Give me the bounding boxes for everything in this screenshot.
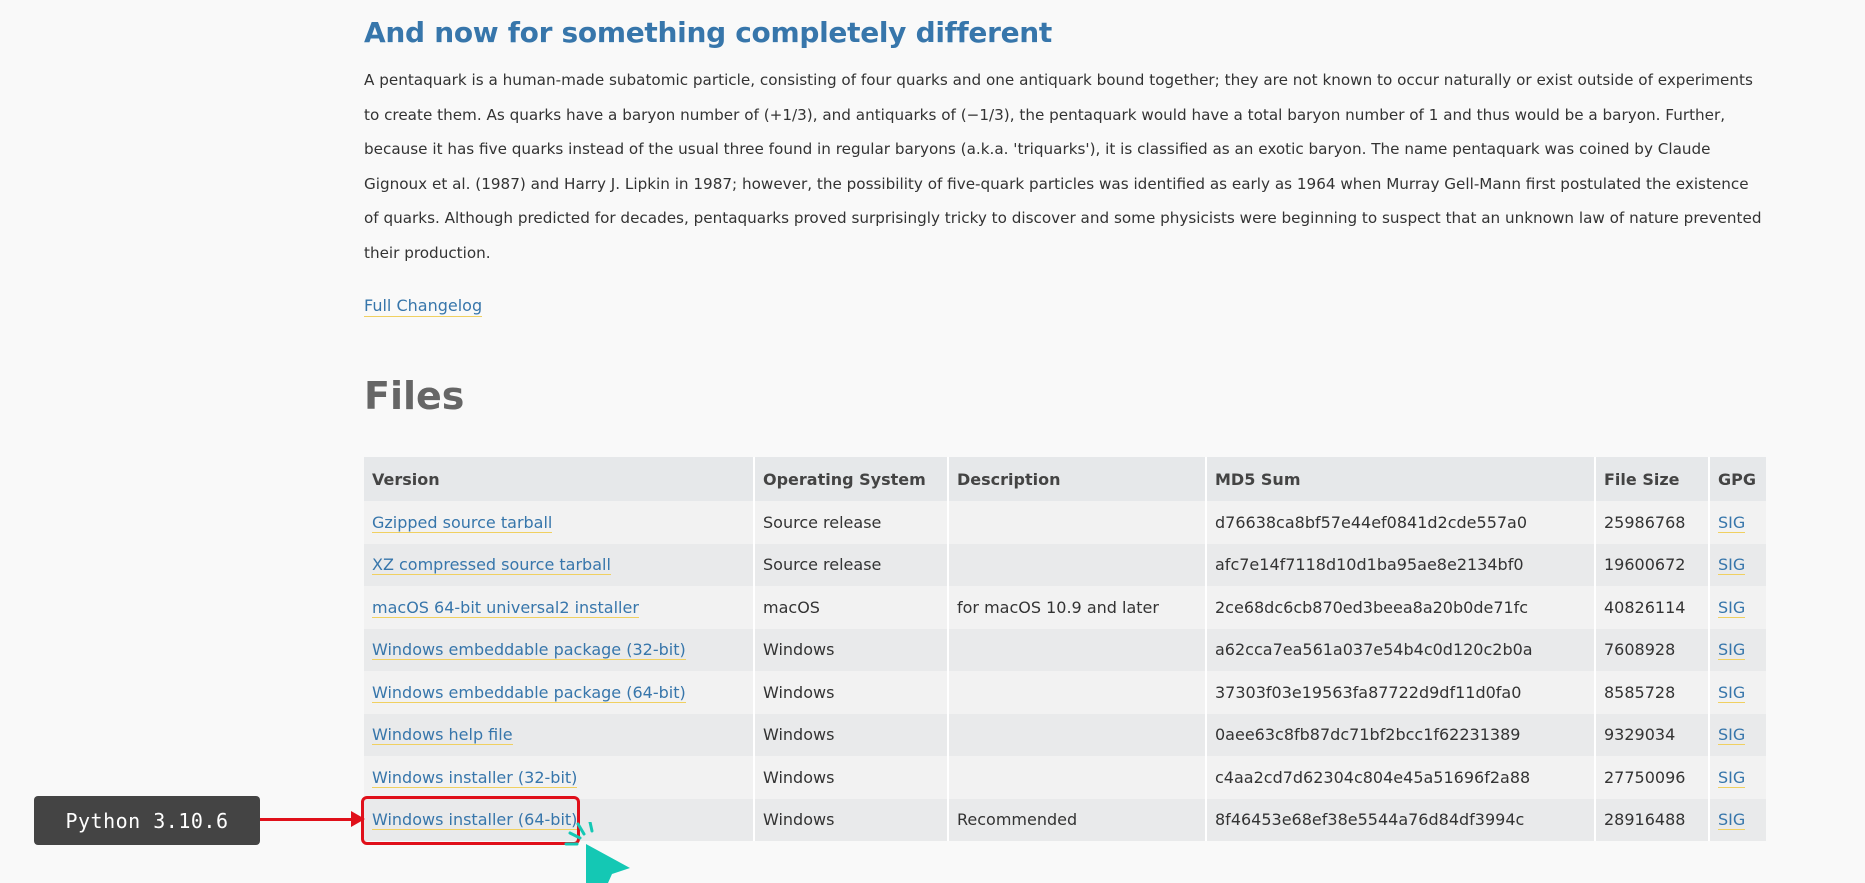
table-row: Gzipped source tarball Source release d7… [364,501,1766,544]
column-header-gpg: GPG [1710,457,1766,501]
cell-os: Windows [755,798,949,841]
cell-md5: c4aa2cd7d62304c804e45a51696f2a88 [1207,756,1596,799]
cell-description [949,713,1207,756]
cell-os: Windows [755,713,949,756]
cell-file-size: 9329034 [1596,713,1710,756]
cell-md5: afc7e14f7118d10d1ba95ae8e2134bf0 [1207,543,1596,586]
cell-file-size: 7608928 [1596,628,1710,671]
cell-file-size: 8585728 [1596,671,1710,714]
cell-description [949,756,1207,799]
cell-md5: 37303f03e19563fa87722d9df11d0fa0 [1207,671,1596,714]
cell-description [949,671,1207,714]
files-table-header: Version Operating System Description MD5… [364,457,1766,501]
table-row: macOS 64-bit universal2 installer macOS … [364,586,1766,629]
release-heading: And now for something completely differe… [364,16,1052,49]
cell-os: Source release [755,501,949,544]
table-row: Windows embeddable package (64-bit) Wind… [364,671,1766,714]
release-description: A pentaquark is a human-made subatomic p… [364,71,1762,262]
column-header-os: Operating System [755,457,949,501]
annotation-arrow-line [260,818,355,821]
download-link-windows-help[interactable]: Windows help file [372,725,513,746]
cell-md5: d76638ca8bf57e44ef0841d2cde557a0 [1207,501,1596,544]
download-link-windows-installer-32[interactable]: Windows installer (32-bit) [372,767,578,788]
sig-link[interactable]: SIG [1718,725,1746,746]
cell-md5: 8f46453e68ef38e5544a76d84df3994c [1207,798,1596,841]
download-link-windows-embeddable-32[interactable]: Windows embeddable package (32-bit) [372,640,686,661]
cell-os: Source release [755,543,949,586]
cell-description [949,543,1207,586]
files-table: Version Operating System Description MD5… [364,457,1766,841]
cell-file-size: 25986768 [1596,501,1710,544]
column-header-description: Description [949,457,1207,501]
cell-description [949,501,1207,544]
table-row: XZ compressed source tarball Source rele… [364,543,1766,586]
cell-file-size: 40826114 [1596,586,1710,629]
download-link-xz-source[interactable]: XZ compressed source tarball [372,555,611,576]
sig-link[interactable]: SIG [1718,640,1746,661]
cell-md5: 0aee63c8fb87dc71bf2bcc1f62231389 [1207,713,1596,756]
cell-os: macOS [755,586,949,629]
cell-description: for macOS 10.9 and later [949,586,1207,629]
sig-link[interactable]: SIG [1718,810,1746,831]
version-annotation-label: Python 3.10.6 [34,796,260,845]
column-header-file-size: File Size [1596,457,1710,501]
table-row: Windows embeddable package (32-bit) Wind… [364,628,1766,671]
column-header-version: Version [364,457,755,501]
sig-link[interactable]: SIG [1718,682,1746,703]
download-link-macos-installer[interactable]: macOS 64-bit universal2 installer [372,597,639,618]
column-header-md5: MD5 Sum [1207,457,1596,501]
cell-os: Windows [755,671,949,714]
sig-link[interactable]: SIG [1718,555,1746,576]
cell-file-size: 27750096 [1596,756,1710,799]
download-link-windows-embeddable-64[interactable]: Windows embeddable package (64-bit) [372,682,686,703]
cell-os: Windows [755,756,949,799]
full-changelog-link[interactable]: Full Changelog [364,296,483,317]
sig-link[interactable]: SIG [1718,597,1746,618]
sig-link[interactable]: SIG [1718,512,1746,533]
cell-md5: a62cca7ea561a037e54b4c0d120c2b0a [1207,628,1596,671]
files-heading: Files [364,374,465,418]
download-link-gzipped-source[interactable]: Gzipped source tarball [372,512,553,533]
cell-description: Recommended [949,798,1207,841]
annotation-highlight-box [361,796,580,845]
cell-file-size: 28916488 [1596,798,1710,841]
cell-md5: 2ce68dc6cb870ed3beea8a20b0de71fc [1207,586,1596,629]
sig-link[interactable]: SIG [1718,767,1746,788]
cell-file-size: 19600672 [1596,543,1710,586]
table-row: Windows installer (32-bit) Windows c4aa2… [364,756,1766,799]
cell-os: Windows [755,628,949,671]
click-cursor-icon [560,822,640,883]
table-row: Windows help file Windows 0aee63c8fb87dc… [364,713,1766,756]
cell-description [949,628,1207,671]
